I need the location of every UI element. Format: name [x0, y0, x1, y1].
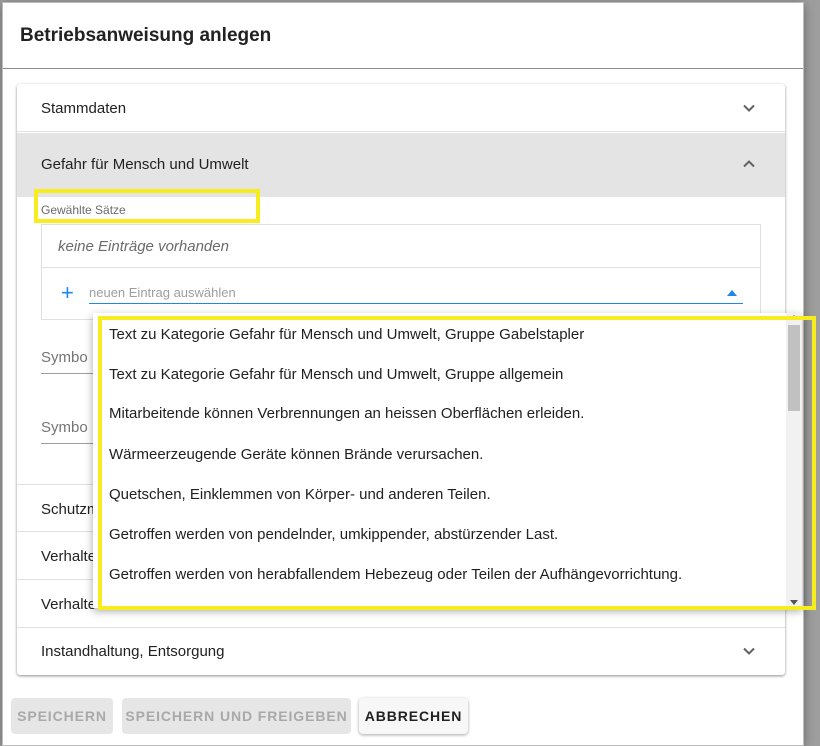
- highlight-frame-dropdown: [98, 316, 816, 610]
- save-button[interactable]: SPEICHERN: [11, 698, 113, 734]
- panel-label-stammdaten: Stammdaten: [41, 100, 127, 117]
- panel-label-gefahr: Gefahr für Mensch und Umwelt: [41, 156, 249, 173]
- chevron-down-icon[interactable]: [741, 100, 757, 116]
- symbol-field-1-label[interactable]: Symbo: [41, 349, 88, 366]
- highlight-frame-input: [34, 189, 260, 223]
- cancel-button[interactable]: ABBRECHEN: [359, 698, 468, 734]
- panel-gefahr[interactable]: Gefahr für Mensch und Umwelt: [17, 133, 785, 197]
- panel-label-schutz: Schutzm: [41, 501, 100, 518]
- symbol-field-2-label[interactable]: Symbo: [41, 419, 88, 436]
- new-entry-input[interactable]: [89, 282, 743, 304]
- panel-stammdaten[interactable]: Stammdaten: [17, 84, 785, 132]
- list-divider: [42, 267, 760, 268]
- panel-label-verhalten-2: Verhalte: [41, 596, 97, 613]
- panel-label-instandhaltung: Instandhaltung, Entsorgung: [41, 643, 225, 660]
- caret-up-icon[interactable]: [727, 290, 737, 296]
- chevron-down-icon[interactable]: [741, 643, 757, 659]
- dialog-title: Betriebsanweisung anlegen: [20, 25, 272, 46]
- panel-label-verhalten-1: Verhalte: [41, 548, 97, 565]
- empty-list-text: keine Einträge vorhanden: [58, 238, 229, 255]
- panel-instandhaltung[interactable]: Instandhaltung, Entsorgung: [17, 627, 785, 675]
- plus-icon[interactable]: +: [61, 282, 74, 304]
- save-release-button[interactable]: SPEICHERN UND FREIGEBEN: [122, 698, 351, 734]
- symbol-field-2-underline: [41, 443, 101, 444]
- symbol-field-1-underline: [41, 373, 101, 374]
- title-divider: [3, 68, 803, 69]
- selected-sentences-list: keine Einträge vorhanden: [41, 224, 761, 320]
- chevron-up-icon[interactable]: [741, 156, 757, 172]
